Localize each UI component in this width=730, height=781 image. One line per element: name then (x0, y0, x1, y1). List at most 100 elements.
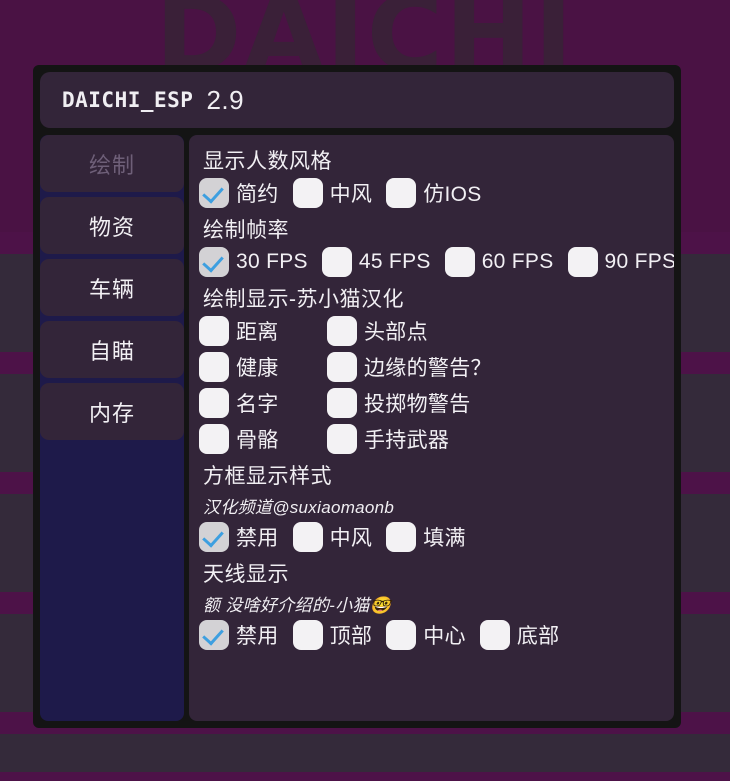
sidebar-item-3[interactable]: 自瞄 (40, 321, 184, 378)
option-player-count-style-0[interactable]: 简约 (199, 178, 279, 208)
option-label: 手持武器 (364, 429, 450, 452)
section-line-display: 天线显示额 没啥好介绍的-小猫🤓 禁用 顶部 中心 底部 (199, 558, 660, 650)
option-row: 名字 投掷物警告 (199, 388, 660, 418)
option-label: 健康 (236, 357, 279, 380)
background-stripe (0, 772, 730, 781)
app-name-label: DAICHI_ESP (62, 88, 194, 112)
app-version-label: 2.9 (206, 84, 245, 115)
section-subtitle: 额 没啥好介绍的-小猫🤓 (203, 596, 392, 615)
option-box-style-2[interactable]: 填满 (386, 522, 466, 552)
title-bar: DAICHI_ESP 2.9 (40, 72, 674, 128)
checkbox-unchecked-icon[interactable] (327, 424, 357, 454)
content-panel: 显示人数风格 简约 中风 仿IOS 绘制帧率 30 FPS 45 FPS 60 FPS 90 F… (189, 135, 674, 721)
option-label: 中心 (423, 625, 466, 648)
section-title: 显示人数风格 (203, 150, 332, 173)
checkbox-checked-icon[interactable] (199, 620, 229, 650)
section-player-count-style: 显示人数风格简约 中风 仿IOS (199, 145, 660, 208)
option-label: 90 FPS (604, 250, 674, 273)
option-row: 距离 头部点 (199, 316, 660, 346)
option-label: 30 FPS (236, 250, 308, 273)
section-title: 绘制帧率 (203, 219, 289, 242)
option-label: 填满 (423, 527, 466, 550)
option-label: 距离 (236, 321, 279, 344)
option-draw-display-0[interactable]: 距离 (199, 316, 319, 346)
section-title: 天线显示 (203, 563, 289, 586)
option-label: 中风 (329, 183, 373, 206)
sidebar-item-1[interactable]: 物资 (40, 197, 184, 254)
option-label: 投掷物警告 (364, 393, 471, 416)
option-label: 简约 (236, 183, 279, 206)
option-draw-framerate-3[interactable]: 90 FPS (567, 247, 674, 277)
sidebar-item-label: 车辆 (88, 276, 135, 302)
section-draw-framerate: 绘制帧率 30 FPS 45 FPS 60 FPS 90 FPS (199, 214, 674, 277)
option-draw-display-3[interactable]: 边缘的警告？ (327, 352, 492, 382)
sidebar-item-label: 绘制 (88, 152, 135, 178)
option-label: 中风 (329, 527, 373, 550)
option-label: 边缘的警告？ (364, 357, 492, 380)
option-draw-display-1[interactable]: 头部点 (327, 316, 428, 346)
option-box-style-0[interactable]: 禁用 (199, 522, 279, 552)
checkbox-checked-icon[interactable] (199, 178, 229, 208)
sidebar-nav: 绘制物资车辆自瞄内存 (40, 135, 184, 721)
option-line-display-2[interactable]: 中心 (386, 620, 466, 650)
option-player-count-style-1[interactable]: 中风 (292, 178, 373, 208)
section-draw-display: 绘制显示-苏小猫汉化距离 头部点健康 边缘的警告？ 名字 投掷物警告骨骼 手持武器 (199, 283, 660, 454)
checkbox-unchecked-icon[interactable] (386, 178, 417, 208)
option-label: 仿IOS (423, 183, 482, 206)
option-line-display-3[interactable]: 底部 (479, 620, 560, 650)
checkbox-unchecked-icon[interactable] (292, 620, 323, 650)
checkbox-unchecked-icon[interactable] (327, 316, 357, 346)
option-draw-display-2[interactable]: 健康 (199, 352, 319, 382)
option-draw-display-4[interactable]: 名字 (199, 388, 319, 418)
checkbox-unchecked-icon[interactable] (444, 247, 475, 277)
option-row: 禁用 中风 填满 (199, 522, 660, 552)
section-title: 绘制显示-苏小猫汉化 (203, 288, 404, 311)
checkbox-unchecked-icon[interactable] (199, 352, 229, 382)
option-draw-framerate-1[interactable]: 45 FPS (321, 247, 431, 277)
option-label: 禁用 (236, 625, 279, 648)
section-title: 方框显示样式 (203, 465, 332, 488)
sidebar-item-label: 自瞄 (88, 338, 135, 364)
sidebar-item-0[interactable]: 绘制 (40, 135, 184, 192)
checkbox-unchecked-icon[interactable] (479, 620, 510, 650)
option-draw-display-5[interactable]: 投掷物警告 (327, 388, 471, 418)
sidebar-item-label: 物资 (88, 214, 135, 240)
option-draw-framerate-2[interactable]: 60 FPS (444, 247, 554, 277)
checkbox-unchecked-icon[interactable] (386, 620, 417, 650)
checkbox-checked-icon[interactable] (199, 247, 229, 277)
option-line-display-1[interactable]: 顶部 (292, 620, 373, 650)
option-label: 头部点 (364, 321, 428, 344)
option-box-style-1[interactable]: 中风 (292, 522, 373, 552)
sidebar-item-label: 内存 (88, 400, 135, 426)
option-label: 45 FPS (358, 250, 431, 273)
option-row: 骨骼 手持武器 (199, 424, 660, 454)
checkbox-unchecked-icon[interactable] (199, 316, 229, 346)
option-label: 顶部 (329, 625, 373, 648)
section-box-style: 方框显示样式汉化频道@suxiaomaonb 禁用 中风 填满 (199, 460, 660, 552)
sidebar-item-2[interactable]: 车辆 (40, 259, 184, 316)
checkbox-unchecked-icon[interactable] (327, 352, 357, 382)
checkbox-unchecked-icon[interactable] (386, 522, 417, 552)
option-player-count-style-2[interactable]: 仿IOS (386, 178, 481, 208)
sidebar-item-4[interactable]: 内存 (40, 383, 184, 440)
checkbox-unchecked-icon[interactable] (292, 178, 323, 208)
checkbox-unchecked-icon[interactable] (199, 388, 229, 418)
option-label: 底部 (516, 625, 560, 648)
checkbox-unchecked-icon[interactable] (567, 247, 598, 277)
checkbox-unchecked-icon[interactable] (199, 424, 229, 454)
checkbox-unchecked-icon[interactable] (321, 247, 352, 277)
option-label: 禁用 (236, 527, 279, 550)
checkbox-unchecked-icon[interactable] (292, 522, 323, 552)
option-line-display-0[interactable]: 禁用 (199, 620, 279, 650)
option-row: 健康 边缘的警告？ (199, 352, 660, 382)
section-subtitle: 汉化频道@suxiaomaonb (203, 498, 395, 517)
option-draw-display-7[interactable]: 手持武器 (327, 424, 449, 454)
checkbox-unchecked-icon[interactable] (327, 388, 357, 418)
option-label: 骨骼 (236, 429, 279, 452)
option-draw-framerate-0[interactable]: 30 FPS (199, 247, 308, 277)
option-row: 30 FPS 45 FPS 60 FPS 90 FPS (199, 247, 674, 277)
window-body: 绘制 物资 车辆 自瞄 内存 显示人数风格 简约 中风 仿IOS 绘制帧率 30 FPS 45 FP… (40, 135, 674, 721)
checkbox-checked-icon[interactable] (199, 522, 229, 552)
option-draw-display-6[interactable]: 骨骼 (199, 424, 319, 454)
option-label: 60 FPS (481, 250, 554, 273)
